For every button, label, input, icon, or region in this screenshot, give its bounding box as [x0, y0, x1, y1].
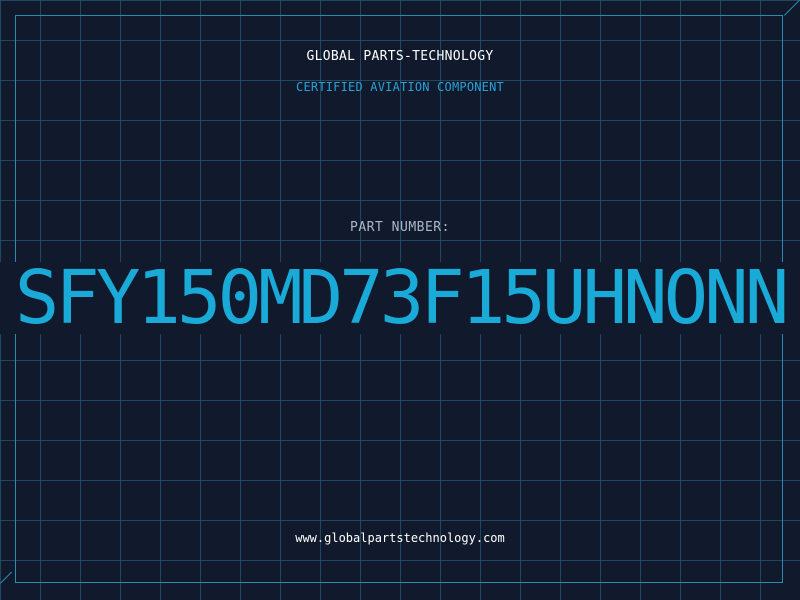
- certification-subtitle: CERTIFIED AVIATION COMPONENT: [296, 80, 504, 94]
- part-number-band: SFY150MD73F15UHNONN: [0, 262, 800, 334]
- label-canvas: GLOBAL PARTS-TECHNOLOGY CERTIFIED AVIATI…: [0, 0, 800, 600]
- company-name: GLOBAL PARTS-TECHNOLOGY: [306, 49, 494, 64]
- part-number-label: PART NUMBER:: [350, 220, 450, 235]
- corner-mark-top-right: [784, 0, 800, 16]
- corner-mark-bottom-left: [0, 571, 13, 584]
- website-url: www.globalpartstechnology.com: [295, 531, 505, 545]
- part-number-value: SFY150MD73F15UHNONN: [14, 262, 789, 334]
